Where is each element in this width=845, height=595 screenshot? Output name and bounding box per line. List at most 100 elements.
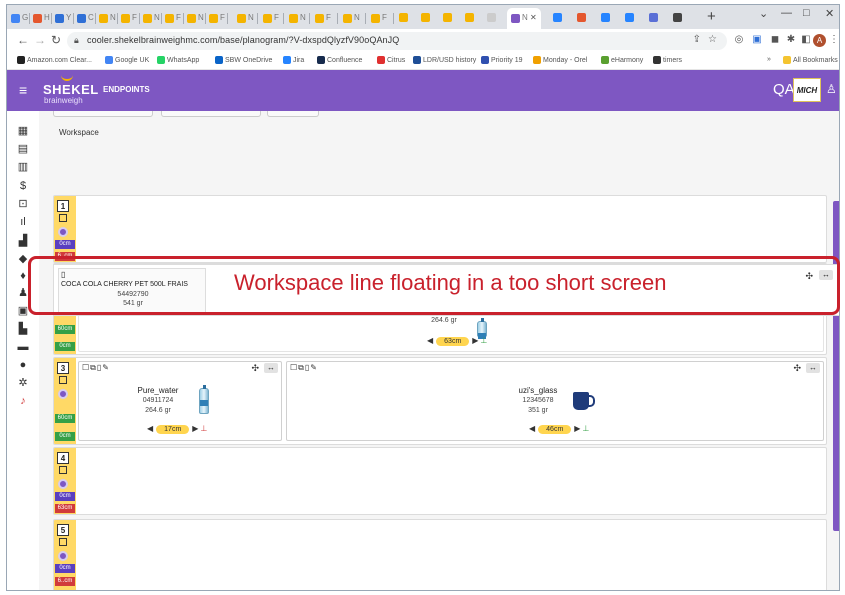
decrease-width-icon[interactable]: ◀	[529, 424, 535, 433]
building-icon[interactable]: ▙	[17, 323, 29, 335]
bookmark-item[interactable]: Jira	[283, 56, 304, 64]
bookmark-item[interactable]: LDR/USD history	[413, 56, 476, 64]
select-icon[interactable]: ☐	[290, 363, 298, 372]
tab[interactable]	[673, 10, 684, 26]
tab[interactable]: N	[289, 10, 306, 26]
back-icon[interactable]: ←	[17, 33, 29, 47]
tab[interactable]: Y	[55, 10, 71, 26]
scrollbar[interactable]	[833, 201, 839, 531]
tab[interactable]: N	[143, 10, 160, 26]
tenant-badge[interactable]: MICH	[793, 78, 821, 102]
edit-icon[interactable]: ✎	[102, 363, 110, 372]
copy-icon[interactable]: ⧉	[298, 363, 305, 372]
bell-icon[interactable]: ♪	[17, 395, 29, 407]
tab[interactable]	[421, 10, 432, 26]
extension-icon[interactable]: ▣	[751, 34, 763, 46]
decrease-width-icon[interactable]: ◀	[147, 424, 153, 433]
tab[interactable]: F	[315, 10, 331, 26]
report-icon[interactable]: ▟	[17, 235, 29, 247]
tab[interactable]: N	[343, 10, 360, 26]
pin-icon[interactable]: ⊥	[582, 424, 589, 433]
fridge-icon[interactable]: ▤	[17, 143, 29, 155]
close-window-button[interactable]: ✕	[825, 7, 834, 20]
menu-dots-icon[interactable]: ⋮	[828, 34, 839, 46]
forward-icon[interactable]: →	[34, 33, 46, 47]
all-bookmarks-folder[interactable]: All Bookmarks	[783, 56, 838, 64]
user-icon[interactable]: ♙	[826, 82, 837, 96]
bookmark-item[interactable]: Google UK	[105, 56, 149, 64]
copy-icon[interactable]: ⧉	[90, 363, 97, 372]
active-tab[interactable]: N ✕	[507, 8, 541, 29]
decrease-width-icon[interactable]: ◀	[427, 336, 433, 345]
move-icon[interactable]: ✣	[793, 363, 801, 374]
tab[interactable]	[443, 10, 454, 26]
tab[interactable]: F	[371, 10, 387, 26]
side-panel-icon[interactable]: ◧	[800, 34, 812, 46]
chart-icon[interactable]: ıl	[17, 216, 29, 228]
bookmark-item[interactable]: Citrus	[377, 56, 405, 64]
tab[interactable]: N	[237, 10, 254, 26]
bookmark-item[interactable]: eHarmony	[601, 56, 643, 64]
info-icon[interactable]: ●	[17, 359, 29, 371]
close-tab-icon[interactable]: ✕	[530, 13, 537, 22]
tab[interactable]	[487, 10, 498, 26]
checkbox[interactable]	[59, 538, 67, 546]
tab[interactable]: F	[263, 10, 279, 26]
bookmarks-more-icon[interactable]: »	[767, 56, 771, 63]
tab[interactable]	[465, 10, 476, 26]
bookmark-item[interactable]: Confluence	[317, 56, 362, 64]
increase-width-icon[interactable]: ▶	[192, 424, 198, 433]
toolbar-stub[interactable]	[267, 111, 319, 117]
minimize-button[interactable]: —	[781, 7, 792, 19]
tab[interactable]	[577, 10, 588, 26]
tab[interactable]: F	[165, 10, 181, 26]
expand-icon[interactable]: ↔	[806, 363, 820, 373]
pin-icon[interactable]: ⊥	[480, 336, 487, 345]
tab[interactable]: F	[121, 10, 137, 26]
truck-icon[interactable]: ▬	[17, 341, 29, 353]
checkbox[interactable]	[59, 466, 67, 474]
tab[interactable]: G	[11, 10, 28, 26]
edit-icon[interactable]: ✎	[310, 363, 318, 372]
width-value[interactable]: 17cm	[156, 425, 190, 434]
width-value[interactable]: 46cm	[538, 425, 572, 434]
tab[interactable]	[553, 10, 564, 26]
move-icon[interactable]: ✣	[251, 363, 259, 374]
tab[interactable]: H	[33, 10, 50, 26]
share-icon[interactable]: ⇪	[693, 34, 701, 45]
checkbox[interactable]	[59, 214, 67, 222]
clipboard-icon[interactable]: ⊡	[17, 198, 29, 210]
tab-search-icon[interactable]: ⌄	[759, 7, 768, 20]
dashboard-icon[interactable]: ▦	[17, 125, 29, 137]
bookmark-item[interactable]: Priority 19	[481, 56, 523, 64]
bookmark-star-icon[interactable]: ☆	[708, 34, 717, 45]
increase-width-icon[interactable]: ▶	[472, 336, 478, 345]
grid-icon[interactable]: ▥	[17, 161, 29, 173]
tab[interactable]	[601, 10, 612, 26]
toolbar-stub[interactable]	[53, 111, 153, 117]
dollar-icon[interactable]: $	[17, 180, 29, 192]
reload-icon[interactable]: ↻	[51, 33, 61, 47]
menu-icon[interactable]: ≡	[19, 82, 27, 98]
bookmark-item[interactable]: Amazon.com Clear...	[17, 56, 92, 64]
bookmark-item[interactable]: Monday - Orel	[533, 56, 587, 64]
tab[interactable]: N	[187, 10, 204, 26]
maximize-button[interactable]: □	[803, 7, 810, 19]
profile-avatar[interactable]: A	[813, 34, 826, 47]
tab[interactable]: N	[99, 10, 116, 26]
tab[interactable]: C	[77, 10, 94, 26]
expand-icon[interactable]: ↔	[264, 363, 278, 373]
extension-icon[interactable]: ◎	[733, 34, 745, 46]
gear-icon[interactable]: ✲	[17, 377, 29, 389]
tab[interactable]	[625, 10, 636, 26]
extension-icon[interactable]: ◼	[769, 34, 781, 46]
toolbar-stub[interactable]	[161, 111, 261, 117]
increase-width-icon[interactable]: ▶	[574, 424, 580, 433]
tab[interactable]	[399, 10, 410, 26]
extensions-puzzle-icon[interactable]: ✱	[785, 34, 797, 46]
tab[interactable]	[649, 10, 660, 26]
bookmark-item[interactable]: WhatsApp	[157, 56, 199, 64]
new-tab-button[interactable]: +	[707, 8, 716, 25]
select-icon[interactable]: ☐	[82, 363, 90, 372]
width-value[interactable]: 63cm	[436, 337, 470, 346]
